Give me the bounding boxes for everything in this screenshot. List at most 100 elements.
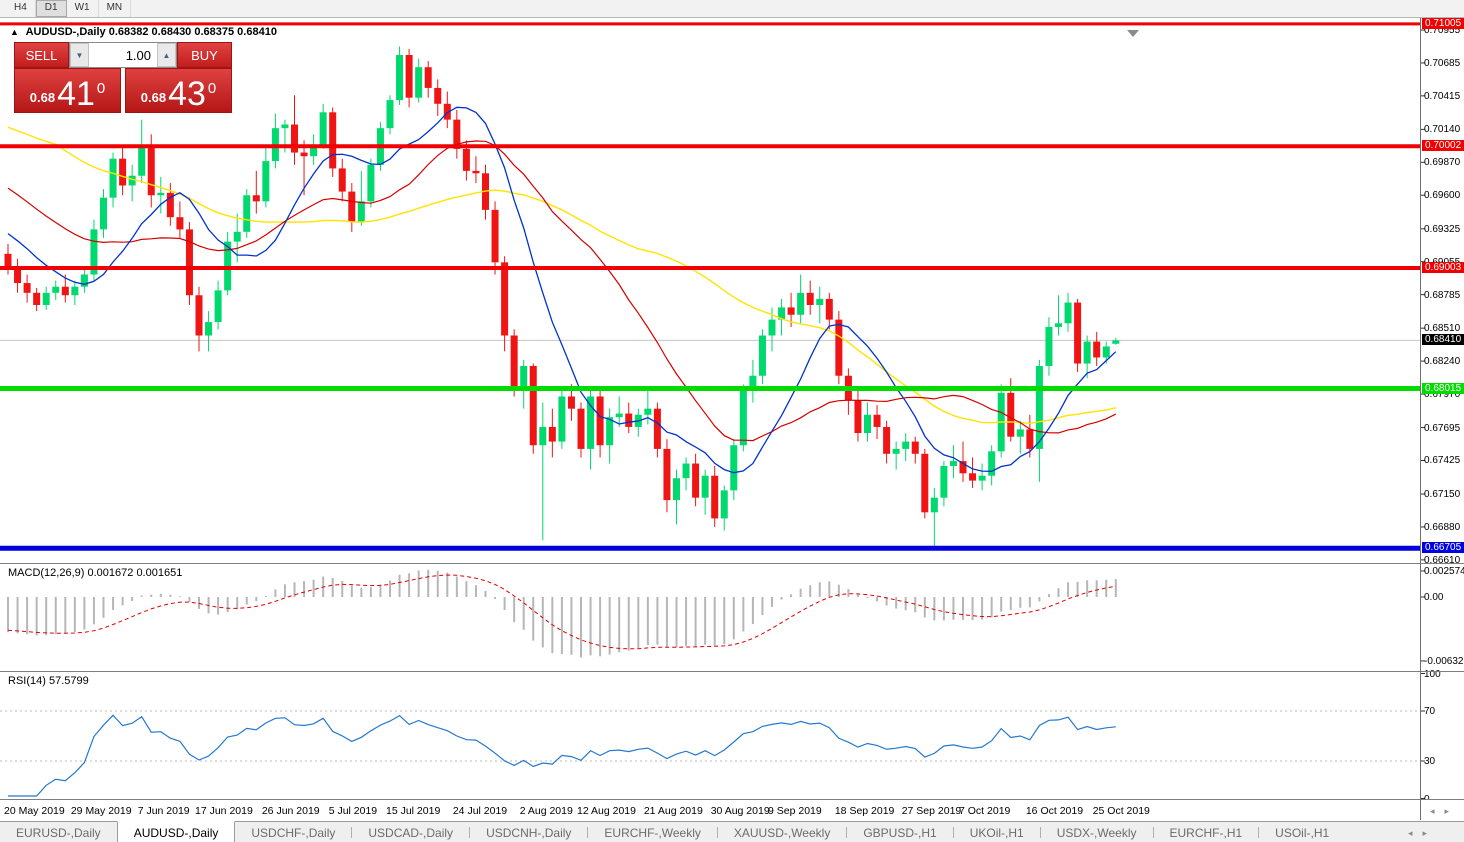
level-price-label: 0.68015 [1422,383,1464,394]
one-click-trading-toggle-icon[interactable]: ▲ [10,27,19,37]
timeframe-button-mn[interactable]: MN [99,0,132,17]
candlestick [988,451,995,475]
chart-tab-eurchf-weekly[interactable]: EURCHF-,Weekly [588,822,716,842]
date-axis-label: 29 May 2019 [71,805,132,817]
price-axis-tick-label: 0.67425 [1424,455,1464,466]
chart-canvas[interactable] [0,0,1464,842]
candlestick [721,490,728,518]
candlestick [1007,393,1014,437]
date-axis-label: 26 Jun 2019 [262,805,320,817]
candlestick [835,320,842,376]
candlestick [148,146,155,195]
candlestick [243,195,250,232]
sell-price-pips: 41 [57,79,95,109]
candlestick [625,414,632,427]
timeframe-toolbar: H4D1W1MN [0,0,1464,18]
candlestick [396,55,403,100]
candlestick [358,201,365,222]
chart-tab-usdcnh-daily[interactable]: USDCNH-,Daily [470,822,587,842]
candlestick [1093,342,1100,358]
chart-tab-usdchf-daily[interactable]: USDCHF-,Daily [235,822,351,842]
rsi-indicator-label: RSI(14) 57.5799 [8,675,89,687]
candlestick [1065,303,1072,324]
tab-bar-arrows: ◂ ▸ [1408,828,1427,839]
macd-panel-separator [0,563,1464,564]
scroll-left-icon[interactable]: ◂ [1430,806,1435,817]
timeframe-button-w1[interactable]: W1 [67,0,99,17]
candlestick [769,320,776,336]
chart-tab-gbpusd-h1[interactable]: GBPUSD-,H1 [847,822,952,842]
candlestick [711,476,718,519]
candlestick [1103,346,1110,357]
volume-decrease-icon[interactable]: ▼ [70,43,89,67]
candlestick [969,473,976,480]
chart-tab-eurusd-daily[interactable]: EURUSD-,Daily [0,822,117,842]
chart-tab-xauusd-weekly[interactable]: XAUUSD-,Weekly [718,822,846,842]
candlestick [425,67,432,88]
candlestick [501,262,508,335]
chart-tab-eurchf-h1[interactable]: EURCHF-,H1 [1154,822,1259,842]
rsi-axis-label: 30 [1424,756,1464,767]
candlestick [71,287,78,296]
candlestick [406,55,413,98]
candlestick [1045,327,1052,366]
price-axis-tick-label: 0.68510 [1424,323,1464,334]
trading-terminal-window: H4D1W1MN ▲ AUDUSD-,Daily 0.68382 0.68430… [0,0,1464,842]
candlestick [196,295,203,335]
chart-tab-bar: EURUSD-,DailyAUDUSD-,DailyUSDCHF-,DailyU… [0,821,1464,842]
macd-axis-label: -0.006326 [1424,656,1464,667]
date-axis-label: 20 May 2019 [4,805,65,817]
scroll-right-icon[interactable]: ▸ [1445,806,1450,817]
chart-tab-usdx-weekly[interactable]: USDX-,Weekly [1041,822,1153,842]
timeframe-button-h4[interactable]: H4 [6,0,36,17]
chart-tab-audusd-daily[interactable]: AUDUSD-,Daily [117,821,236,842]
candlestick [912,442,919,454]
candlestick [62,287,69,296]
price-axis-tick-label: 0.70415 [1424,91,1464,102]
rsi-panel-separator [0,671,1464,672]
chart-tab-usoil-h1[interactable]: USOil-,H1 [1259,822,1345,842]
tabs-scroll-right-icon[interactable]: ▸ [1423,828,1428,839]
candlestick [1084,342,1091,364]
current-price-label: 0.68410 [1422,334,1464,345]
level-price-label: 0.71005 [1422,18,1464,29]
candlestick [348,192,355,222]
candlestick [463,149,470,171]
date-axis-label: 5 Jul 2019 [329,805,377,817]
sell-button[interactable]: SELL [14,42,69,68]
sell-price-button[interactable]: 0.68 41 0 [14,68,121,113]
chart-tab-ukoil-h1[interactable]: UKOil-,H1 [954,822,1040,842]
candlestick [129,176,136,186]
buy-price-button[interactable]: 0.68 43 0 [125,68,232,113]
candlestick [157,193,164,195]
chart-tab-usdcad-daily[interactable]: USDCAD-,Daily [352,822,469,842]
candlestick [320,112,327,146]
candlestick [1112,340,1119,343]
price-axis-tick-label: 0.68240 [1424,356,1464,367]
candlestick [663,449,670,500]
timeframe-button-d1[interactable]: D1 [36,0,67,17]
candlestick [549,427,556,442]
candlestick [291,125,298,153]
price-axis-tick-label: 0.69870 [1424,157,1464,168]
rsi-axis-label: 70 [1424,706,1464,717]
candlestick [568,396,575,408]
one-click-trade-panel: SELL ▼ ▲ BUY 0.68 41 0 0.68 43 0 [14,42,232,113]
buy-button[interactable]: BUY [177,42,232,68]
candlestick [597,396,604,445]
price-axis-tick-label: 0.70685 [1424,58,1464,69]
chart-shift-marker-icon[interactable] [1127,30,1139,37]
candlestick [176,217,183,229]
tabs-scroll-left-icon[interactable]: ◂ [1408,828,1413,839]
volume-input[interactable] [89,43,157,67]
price-axis-tick-label: 0.66610 [1424,555,1464,566]
volume-increase-icon[interactable]: ▲ [157,43,176,67]
level-price-label: 0.66705 [1422,542,1464,553]
candlestick [702,476,709,498]
date-axis-label: 15 Jul 2019 [386,805,440,817]
buy-price-pips: 43 [168,79,206,109]
candlestick [367,165,374,202]
candlestick [578,409,585,449]
candlestick [558,396,565,441]
candlestick [644,409,651,415]
